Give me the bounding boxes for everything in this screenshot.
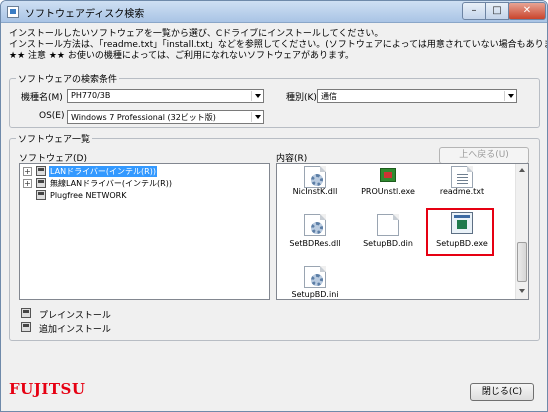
preinstall-icon (36, 190, 46, 200)
close-window-button[interactable]: ✕ (508, 2, 546, 20)
model-dropdown[interactable]: PH770/3B (67, 89, 264, 103)
tree-item-label: LANドライバー(インテル(R)) (49, 166, 157, 177)
ini-file-icon (304, 266, 326, 288)
file-item[interactable]: SetBDRes.dll (280, 214, 350, 254)
software-list-legend: ソフトウェア一覧 (16, 132, 93, 145)
close-button[interactable]: 閉じる(C) (470, 383, 534, 401)
model-label: 機種名(M) (21, 93, 63, 103)
file-name: readme.txt (439, 187, 485, 196)
scroll-up-icon[interactable] (516, 164, 528, 177)
scroll-down-icon[interactable] (516, 285, 528, 298)
preinstall-icon (36, 166, 46, 176)
up-folder-button[interactable]: 上へ戻る(U) (439, 147, 529, 164)
chevron-down-icon (504, 91, 515, 101)
expand-icon[interactable]: + (23, 167, 32, 176)
file-name: SetBDRes.dll (289, 239, 341, 248)
os-label: OS(E) (39, 111, 65, 121)
instruction-line-2: インストール方法は、「readme.txt」「install.txt」などを参照… (9, 40, 548, 50)
file-item[interactable]: SetupBD.exe (427, 212, 497, 252)
file-name: SetupBD.din (363, 239, 413, 248)
file-item[interactable]: SetupBD.ini (280, 266, 350, 300)
title-bar: ソフトウェアディスク検索 – □ ✕ (1, 1, 547, 23)
window-title: ソフトウェアディスク検索 (25, 9, 145, 20)
chevron-down-icon (251, 91, 262, 101)
tree-item-plugfree-network[interactable]: Plugfree NETWORK (22, 190, 262, 202)
software-tree[interactable]: + LANドライバー(インテル(R)) + 無線LANドライバー(インテル(R)… (19, 163, 270, 300)
file-name: NicInstK.dll (292, 187, 338, 196)
instruction-line-3: ★★ 注意 ★★ お使いの機種によっては、ご利用になれないソフトウェアがあります… (9, 51, 355, 61)
type-dropdown[interactable]: 通信 (317, 89, 517, 103)
search-conditions-legend: ソフトウェアの検索条件 (16, 72, 120, 85)
type-value: 通信 (321, 92, 337, 101)
os-value: Windows 7 Professional (32ビット版) (71, 113, 216, 122)
blank-file-icon (377, 214, 399, 236)
text-file-icon (451, 166, 473, 188)
type-label: 種別(K) (286, 93, 317, 103)
scroll-thumb[interactable] (517, 242, 527, 282)
tree-item-label: 無線LANドライバー(インテル(R)) (50, 179, 172, 188)
file-name: SetupBD.exe (436, 239, 488, 248)
chip-exe-icon (377, 166, 399, 188)
chevron-down-icon (251, 112, 262, 122)
contents-scrollbar[interactable] (515, 164, 528, 299)
file-item[interactable]: PROUnstl.exe (353, 166, 423, 200)
app-icon (7, 6, 19, 18)
contents-panel[interactable]: NicInstK.dll PROUnstl.exe readme.txt Set… (276, 163, 529, 300)
preinstall-icon (21, 308, 31, 318)
maximize-button[interactable]: □ (485, 2, 509, 20)
minimize-button[interactable]: – (462, 2, 486, 20)
model-value: PH770/3B (71, 91, 111, 100)
expand-icon[interactable]: + (23, 179, 32, 188)
instruction-line-1: インストールしたいソフトウェアを一覧から選び、Cドライブにインストールしてくださ… (9, 29, 384, 39)
software-disc-search-window: ソフトウェアディスク検索 – □ ✕ インストールしたいソフトウェアを一覧から選… (0, 0, 548, 412)
file-item[interactable]: readme.txt (427, 166, 497, 200)
os-dropdown[interactable]: Windows 7 Professional (32ビット版) (67, 110, 264, 124)
additional-install-icon (21, 322, 31, 332)
preinstall-icon (36, 178, 46, 188)
file-name: SetupBD.ini (291, 290, 339, 299)
legend-additional-label: 追加インストール (39, 325, 111, 335)
tree-item-wireless-lan-driver[interactable]: + 無線LANドライバー(インテル(R)) (22, 178, 262, 190)
tree-item-label: Plugfree NETWORK (50, 191, 127, 200)
fujitsu-logo: FUJITSU (9, 380, 86, 398)
tree-item-lan-driver[interactable]: + LANドライバー(インテル(R)) (22, 166, 262, 178)
legend-preinstall-label: プレインストール (39, 311, 111, 321)
file-item[interactable]: SetupBD.din (353, 214, 423, 254)
file-item[interactable]: NicInstK.dll (280, 166, 350, 200)
dll-file-icon (304, 214, 326, 236)
file-name: PROUnstl.exe (361, 187, 415, 196)
exe-file-icon (451, 212, 473, 234)
dll-file-icon (304, 166, 326, 188)
